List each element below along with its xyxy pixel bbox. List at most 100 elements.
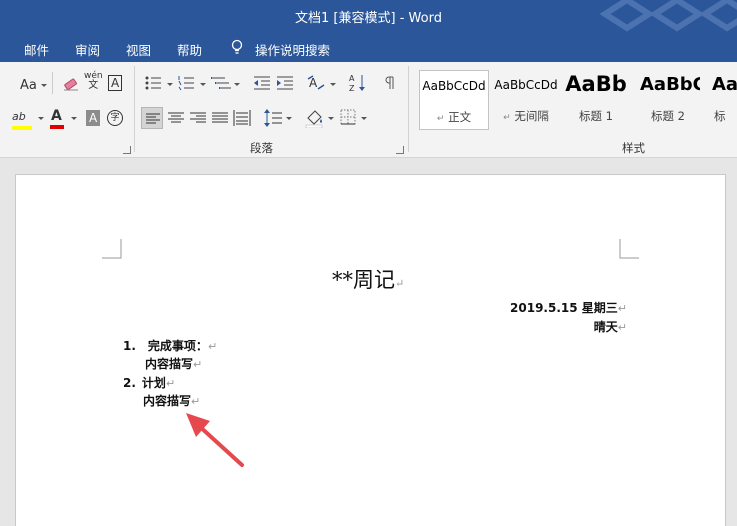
align-center-icon[interactable] (167, 109, 185, 130)
list-item-description[interactable]: 内容描写↵ (145, 355, 202, 372)
title-bar: 文档1 [兼容模式] - Word (0, 0, 737, 32)
ribbon-tabs: 邮件 审阅 视图 帮助 操作说明搜索 (0, 32, 737, 62)
highlight-letters: ab (12, 110, 26, 123)
list-item[interactable]: 1. 完成事项：↵ (123, 337, 217, 354)
divider (134, 66, 135, 152)
borders-icon[interactable] (340, 109, 356, 128)
style-name: ↵ 正文 (420, 109, 488, 125)
tab-mailings[interactable]: 邮件 (24, 40, 49, 59)
highlight-color-bar (12, 126, 32, 130)
chevron-down-icon[interactable] (234, 83, 240, 86)
tab-view[interactable]: 视图 (126, 40, 151, 59)
list-text: 完成事项： (147, 339, 208, 353)
clear-format-icon[interactable] (62, 74, 80, 95)
styles-group-label: 样式 (622, 141, 645, 155)
style-heading[interactable]: Aa 标 (708, 70, 737, 130)
chevron-down-icon[interactable] (38, 117, 44, 120)
change-case-button[interactable]: Aa (20, 78, 37, 93)
style-sample: AaBbCcDd (494, 78, 558, 92)
document-title[interactable]: **周记↵ (332, 264, 404, 294)
bullets-icon[interactable] (145, 75, 165, 94)
increase-indent-icon[interactable] (276, 75, 294, 94)
tab-help[interactable]: 帮助 (177, 40, 202, 59)
style-heading-1[interactable]: AaBb 标题 1 (564, 70, 628, 130)
chevron-down-icon[interactable] (286, 117, 292, 120)
decrease-indent-icon[interactable] (253, 75, 271, 94)
description-text: 内容描写 (145, 357, 194, 371)
title-text: **周记 (332, 268, 395, 292)
align-left-button[interactable] (141, 107, 163, 129)
ribbon: Aa wén 文 A ab A A 字 A AZ 段落 AaBbCcDd ↵ 正… (0, 62, 737, 158)
margin-corner-top-left (102, 239, 122, 259)
paragraph-mark: ↵ (165, 377, 176, 390)
chevron-down-icon[interactable] (328, 117, 334, 120)
chevron-down-icon[interactable] (41, 84, 47, 87)
date-text: 2019.5.15 星期三 (510, 301, 618, 315)
font-dialog-launcher[interactable] (123, 146, 131, 154)
chevron-down-icon[interactable] (330, 83, 336, 86)
chinese-layout-icon[interactable]: A (307, 75, 327, 94)
style-name: 标 (714, 109, 726, 123)
chevron-down-icon[interactable] (167, 83, 173, 86)
style-sample: Aa (712, 74, 737, 95)
chevron-down-icon[interactable] (200, 83, 206, 86)
document-area (0, 159, 737, 526)
style-sample: AaBbCcDd (422, 79, 486, 93)
title-bar-decoration (597, 0, 737, 32)
character-shading-button[interactable]: A (86, 110, 101, 126)
shading-icon[interactable] (305, 108, 325, 131)
chevron-down-icon[interactable] (71, 117, 77, 120)
show-marks-icon[interactable] (384, 75, 396, 94)
style-normal[interactable]: AaBbCcDd ↵ 正文 (419, 70, 489, 130)
style-name-text: 无间隔 (514, 109, 549, 123)
phonetic-bottom: 文 (88, 80, 99, 91)
style-name: 标题 1 (579, 109, 613, 123)
distributed-icon[interactable] (233, 108, 251, 131)
paragraph-mark: ↵ (617, 302, 627, 315)
para-mark: ↵ (503, 113, 511, 123)
style-sample: AaBb (565, 72, 627, 96)
tab-review[interactable]: 审阅 (75, 40, 100, 59)
divider (408, 66, 409, 152)
style-heading-2[interactable]: AaBbC 标题 2 (636, 70, 700, 130)
font-color-button[interactable]: A (50, 108, 64, 129)
list-text: 计划 (141, 376, 166, 390)
style-sample: AaBbC (640, 74, 700, 95)
para-mark: ↵ (436, 114, 445, 124)
style-name-text: 正文 (448, 110, 472, 124)
list-number: 1. (123, 339, 136, 353)
tell-me-search[interactable]: 操作说明搜索 (255, 40, 330, 59)
document-page[interactable] (15, 174, 726, 526)
paragraph-mark: ↵ (193, 358, 203, 371)
sort-icon[interactable]: AZ (349, 73, 367, 96)
align-right-icon[interactable] (189, 109, 207, 130)
date-line[interactable]: 2019.5.15 星期三↵ (510, 299, 627, 316)
divider (52, 72, 53, 94)
character-border-button[interactable]: A (108, 75, 123, 91)
justify-icon[interactable] (211, 109, 229, 130)
style-name: 标题 2 (651, 109, 685, 123)
list-number: 2. (123, 376, 136, 390)
weather-line[interactable]: 晴天↵ (594, 318, 627, 335)
svg-text:Z: Z (349, 84, 355, 93)
phonetic-guide-button[interactable]: wén 文 (84, 72, 103, 91)
paragraph-group-label: 段落 (250, 141, 273, 155)
paragraph-dialog-launcher[interactable] (396, 146, 404, 154)
list-item[interactable]: 2. 计划↵ (123, 374, 175, 391)
line-spacing-icon[interactable] (264, 108, 284, 131)
enclose-characters-button[interactable]: 字 (107, 110, 123, 126)
style-no-spacing[interactable]: AaBbCcDd ↵ 无间隔 (491, 70, 561, 130)
multilevel-list-icon[interactable] (211, 75, 233, 94)
style-name: ↵ 无间隔 (491, 108, 561, 124)
numbering-icon[interactable] (178, 75, 198, 94)
svg-text:A: A (349, 74, 355, 83)
font-color-bar (50, 125, 64, 129)
paragraph-mark: ↵ (395, 277, 405, 290)
chevron-down-icon[interactable] (361, 117, 367, 120)
paragraph-mark: ↵ (617, 321, 627, 334)
weather-text: 晴天 (593, 320, 618, 334)
lightbulb-icon[interactable] (230, 39, 244, 58)
paragraph-mark: ↵ (207, 340, 218, 353)
highlight-icon[interactable]: ab (12, 109, 32, 130)
annotation-arrow-icon (186, 413, 244, 467)
